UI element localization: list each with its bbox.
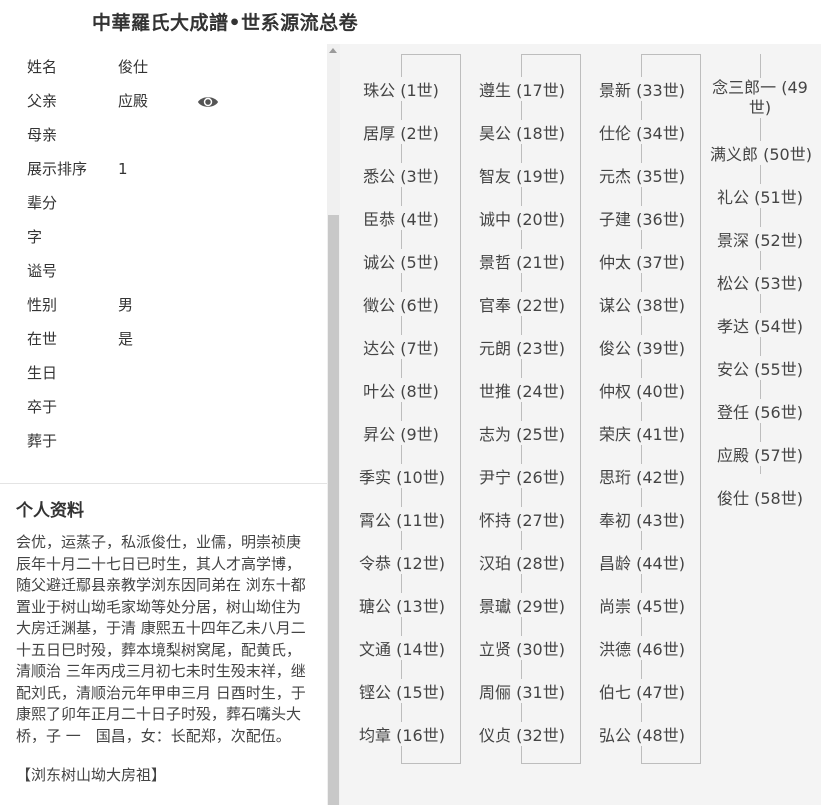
generation-node[interactable]: 荣庆 (41世): [597, 421, 685, 445]
generation-node[interactable]: 景哲 (21世): [477, 249, 565, 273]
generation-node[interactable]: 诚公 (5世): [357, 249, 445, 273]
profile-field-value: 男: [118, 296, 134, 314]
page-header: 中華羅氏大成譜•世系源流总卷: [0, 0, 821, 44]
generation-node[interactable]: 叶公 (8世): [357, 378, 445, 402]
profile-field-label: 辈分: [27, 194, 58, 212]
profile-field-row: 在世 是: [27, 322, 317, 356]
generation-node[interactable]: 仕伦 (34世): [597, 120, 685, 144]
generation-node[interactable]: 尹宁 (26世): [477, 464, 565, 488]
generation-node[interactable]: 世推 (24世): [477, 378, 565, 402]
generation-node[interactable]: 诚中 (20世): [477, 206, 565, 230]
generation-node[interactable]: 满义郎 (50世): [708, 141, 812, 165]
profile-field-label: 展示排序: [27, 160, 88, 178]
profile-field-row: 姓名 俊仕: [27, 50, 317, 84]
profile-field-row: 性别 男: [27, 288, 317, 322]
section-divider: [0, 483, 327, 484]
generation-node[interactable]: 昇公 (9世): [357, 421, 445, 445]
generation-node[interactable]: 周俪 (31世): [477, 679, 565, 703]
profile-field-row: 卒于: [27, 390, 317, 424]
page-title: 中華羅氏大成譜•世系源流总卷: [92, 12, 359, 34]
generation-node[interactable]: 悉公 (3世): [357, 163, 445, 187]
generation-node[interactable]: 臣恭 (4世): [357, 206, 445, 230]
generation-node[interactable]: 汉珀 (28世): [477, 550, 565, 574]
profile-field-row: 谥号: [27, 254, 317, 288]
generation-node[interactable]: 达公 (7世): [357, 335, 445, 359]
generation-node[interactable]: 元朗 (23世): [477, 335, 565, 359]
generation-node[interactable]: 令恭 (12世): [357, 550, 445, 574]
generation-node[interactable]: 谋公 (38世): [597, 292, 685, 316]
generation-node[interactable]: 遵生 (17世): [477, 77, 565, 101]
profile-field-label: 葬于: [27, 432, 58, 450]
profile-field-value: 俊仕: [118, 58, 149, 76]
generation-node[interactable]: 铿公 (15世): [357, 679, 445, 703]
generation-node[interactable]: 怀持 (27世): [477, 507, 565, 531]
generation-node[interactable]: 志为 (25世): [477, 421, 565, 445]
profile-scrollbar-thumb[interactable]: [328, 215, 339, 805]
generation-node[interactable]: 立贤 (30世): [477, 636, 565, 660]
profile-field-row: 生日: [27, 356, 317, 390]
generation-node[interactable]: 珠公 (1世): [357, 77, 445, 101]
profile-field-value: 是: [118, 330, 134, 348]
profile-panel: 姓名 俊仕父亲 应殿母亲展示排序 1 辈分字谥号性别 男在世 是生日卒于葬于 个人资料 会优…: [0, 44, 327, 805]
generation-node[interactable]: 孝达 (54世): [708, 313, 812, 337]
generation-node[interactable]: 昊公 (18世): [477, 120, 565, 144]
generation-node[interactable]: 徵公 (6世): [357, 292, 445, 316]
profile-field-row: 葬于: [27, 424, 317, 458]
profile-field-label: 字: [27, 228, 43, 246]
profile-field-label: 谥号: [27, 262, 58, 280]
profile-field-label: 在世: [27, 330, 58, 348]
generation-node[interactable]: 尚崇 (45世): [597, 593, 685, 617]
generation-node[interactable]: 松公 (53世): [708, 270, 812, 294]
generation-node[interactable]: 俊仕 (58世): [708, 485, 812, 509]
lineage-tree: 珠公 (1世) 居厚 (2世) 悉公 (3世) 臣恭 (4世) 诚公 (5世) 徵公 (6…: [340, 44, 821, 805]
generation-node[interactable]: 奉初 (43世): [597, 507, 685, 531]
profile-field-label: 父亲: [27, 92, 58, 110]
generation-node[interactable]: 应殿 (57世): [708, 442, 812, 466]
bio-title: 个人资料: [16, 501, 84, 521]
generation-node[interactable]: 文通 (14世): [357, 636, 445, 660]
generation-node[interactable]: 伯七 (47世): [597, 679, 685, 703]
eye-icon[interactable]: [197, 91, 219, 113]
generation-node[interactable]: 念三郎一 (49世): [710, 78, 810, 118]
profile-field-label: 性别: [27, 296, 58, 314]
profile-field-row: 展示排序 1: [27, 152, 317, 186]
generation-node[interactable]: 景瓛 (29世): [477, 593, 565, 617]
generation-node[interactable]: 俊公 (39世): [597, 335, 685, 359]
generation-node[interactable]: 弘公 (48世): [597, 722, 685, 746]
generation-node[interactable]: 均章 (16世): [357, 722, 445, 746]
generation-node[interactable]: 景新 (33世): [597, 77, 685, 101]
profile-field-value: 应殿: [118, 92, 149, 110]
profile-field-row: 母亲: [27, 118, 317, 152]
generation-node[interactable]: 仪贞 (32世): [477, 722, 565, 746]
generation-node[interactable]: 智友 (19世): [477, 163, 565, 187]
generation-node[interactable]: 官奉 (22世): [477, 292, 565, 316]
generation-node[interactable]: 霄公 (11世): [357, 507, 445, 531]
profile-field-label: 卒于: [27, 398, 58, 416]
generation-node[interactable]: 洪德 (46世): [597, 636, 685, 660]
scroll-up-arrow-icon[interactable]: [329, 48, 337, 53]
generation-node[interactable]: 礼公 (51世): [708, 184, 812, 208]
bio-source: 【浏东树山坳大房祖】: [16, 766, 167, 784]
generation-node[interactable]: 季实 (10世): [357, 464, 445, 488]
profile-field-label: 生日: [27, 364, 58, 382]
generation-node[interactable]: 仲太 (37世): [597, 249, 685, 273]
profile-field-value: 1: [118, 160, 128, 178]
profile-field-label: 姓名: [27, 58, 58, 76]
generation-node[interactable]: 元杰 (35世): [597, 163, 685, 187]
generation-node[interactable]: 登任 (56世): [708, 399, 812, 423]
bio-text: 会优，运蒸子，私派俊仕，业儒，明崇祯庚辰年十月二十七日已时生，其人才高学博，随父…: [16, 533, 306, 745]
generation-node[interactable]: 景深 (52世): [708, 227, 812, 251]
profile-field-row: 辈分: [27, 186, 317, 220]
generation-node[interactable]: 子建 (36世): [597, 206, 685, 230]
generation-node[interactable]: 仲权 (40世): [597, 378, 685, 402]
profile-field-label: 母亲: [27, 126, 58, 144]
profile-field-row: 字: [27, 220, 317, 254]
generation-node[interactable]: 思珩 (42世): [597, 464, 685, 488]
generation-node[interactable]: 安公 (55世): [708, 356, 812, 380]
generation-node[interactable]: 昌龄 (44世): [597, 550, 685, 574]
profile-field-row: 父亲 应殿: [27, 84, 317, 118]
generation-node[interactable]: 居厚 (2世): [357, 120, 445, 144]
generation-node[interactable]: 瑭公 (13世): [357, 593, 445, 617]
